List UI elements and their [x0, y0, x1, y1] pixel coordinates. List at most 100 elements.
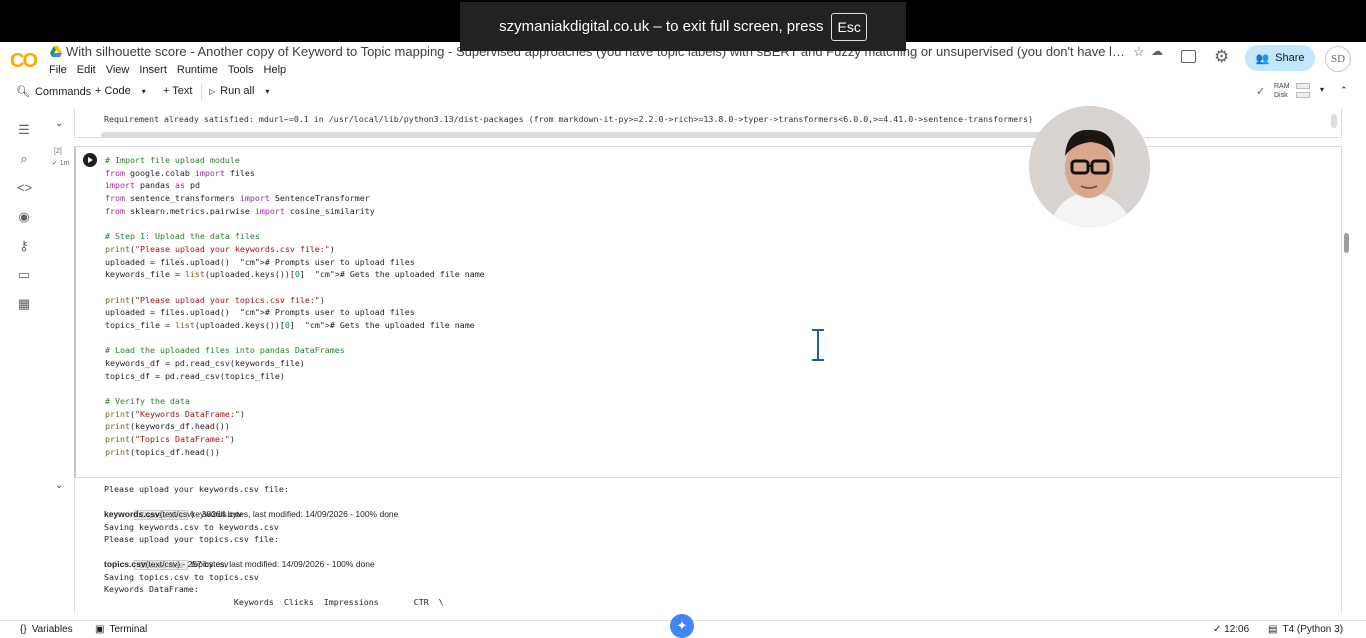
code-line: # Step 1: Upload the data files: [105, 231, 260, 242]
variables-label: Variables: [31, 624, 73, 635]
execution-count: [2]: [54, 148, 62, 155]
chevron-down-icon[interactable]: ▾: [1320, 85, 1324, 94]
output-text: Please upload your keywords.csv file: Ch…: [104, 483, 444, 608]
terminal-icon: ▣: [95, 624, 105, 635]
table-icon[interactable]: ▦: [17, 297, 31, 311]
menu-tools[interactable]: Tools: [228, 64, 254, 76]
ram-label: RAM: [1274, 83, 1290, 90]
upload-widget: Choose files topics.csv: [104, 546, 444, 570]
secrets-key-icon[interactable]: ⚷: [17, 239, 31, 253]
menu-help[interactable]: Help: [264, 64, 287, 76]
add-text-button[interactable]: + Text: [163, 85, 192, 97]
search-icon: 🔍︎: [16, 86, 30, 98]
code-line: print("Please upload your topics.csv fil…: [105, 294, 325, 305]
gear-icon[interactable]: ⚙: [1214, 47, 1229, 67]
output-cell-top: Requirement already satisfied: mdurl~=0.…: [74, 108, 1342, 138]
avatar[interactable]: SD: [1325, 46, 1351, 72]
collapse-output-icon[interactable]: ⌄: [55, 118, 63, 129]
execution-time: ✓ 1m: [52, 160, 70, 167]
upload-info: keywords.csv(text/csv) - 38264 bytes, la…: [104, 508, 444, 521]
code-line: print("Topics DataFrame:"): [105, 434, 235, 445]
variables-button[interactable]: {} Variables: [20, 624, 73, 635]
last-run-time[interactable]: ✓ 12:06: [1213, 624, 1249, 635]
output-line: Please upload your topics.csv file:: [104, 534, 279, 544]
gemini-button[interactable]: ✦: [670, 614, 694, 638]
text-cursor-icon: [812, 329, 824, 361]
find-replace-icon[interactable]: ⌕: [17, 152, 31, 166]
play-icon: ▷: [209, 86, 216, 96]
output-line: Saving keywords.csv to keywords.csv: [104, 521, 279, 532]
toc-icon[interactable]: ☰: [17, 123, 31, 137]
toolbar: 🔍︎ Commands + Code ▾ + Text ▷ Run all ▾ …: [0, 80, 1366, 104]
code-line: keywords_file = list(uploaded.keys())[0]…: [105, 269, 485, 280]
code-line: # Load the uploaded files into pandas Da…: [105, 345, 345, 356]
pip-output-line: Requirement already satisfied: mdurl~=0.…: [104, 114, 1034, 124]
horizontal-scrollbar[interactable]: [101, 132, 1111, 138]
chevron-down-icon[interactable]: ▾: [142, 87, 146, 96]
run-cell-button[interactable]: [83, 153, 97, 167]
dataframe-header: Keywords Clicks Impressions CTR \: [104, 596, 444, 607]
colab-logo[interactable]: CO: [10, 50, 38, 73]
webcam-overlay: [1029, 106, 1150, 227]
code-line: # Verify the data: [105, 396, 190, 407]
runtime-status[interactable]: ▤ T4 (Python 3): [1268, 624, 1343, 635]
resource-monitor[interactable]: RAM Disk: [1274, 82, 1310, 100]
add-code-button[interactable]: + Code ▾: [95, 85, 146, 97]
file-info: (text/csv) - 257 bytes, last modified: 1…: [145, 559, 375, 569]
collapse-up-icon[interactable]: ⌃: [1340, 85, 1348, 96]
folder-icon[interactable]: ▭: [17, 268, 31, 282]
cloud-saved-icon[interactable]: ☁: [1151, 44, 1163, 58]
menu-file[interactable]: File: [49, 64, 67, 76]
code-line: uploaded = files.upload() "cm"># Prompts…: [105, 256, 415, 267]
disk-bar: [1296, 92, 1310, 98]
run-all-label: Run all: [220, 85, 255, 97]
code-line: topics_df = pd.read_csv(topics_file): [105, 370, 285, 381]
presenter-image: [1029, 106, 1150, 227]
share-button[interactable]: 👥 Share: [1245, 45, 1315, 71]
terminal-label: Terminal: [109, 624, 148, 635]
menu-view[interactable]: View: [106, 64, 130, 76]
code-line: from sklearn.metrics.pairwise import cos…: [105, 205, 375, 216]
variables-icon[interactable]: ◉: [17, 210, 31, 224]
output-line: Keywords DataFrame:: [104, 584, 199, 594]
menu-runtime[interactable]: Runtime: [177, 64, 218, 76]
left-sidebar: ☰ ⌕ <> ◉ ⚷ ▭ ▦: [0, 108, 48, 618]
output-line: Please upload your keywords.csv file:: [104, 484, 289, 494]
drive-icon: [50, 46, 62, 57]
code-line: print(topics_df.head()): [105, 446, 220, 457]
output-line: Saving topics.csv to topics.csv: [104, 571, 259, 582]
upload-info: topics.csv(text/csv) - 257 bytes, last m…: [104, 558, 444, 571]
code-line: topics_file = list(uploaded.keys())[0] "…: [105, 319, 475, 330]
run-all-button[interactable]: ▷ Run all ▾: [209, 85, 269, 97]
chevron-down-icon[interactable]: ▾: [265, 87, 269, 96]
toolbar-divider: [201, 84, 202, 100]
file-name-bold: keywords.csv: [104, 509, 160, 519]
code-editor[interactable]: # Import file upload module from google.c…: [105, 154, 485, 459]
code-snippets-icon[interactable]: <>: [17, 181, 32, 195]
ram-bar: [1296, 83, 1310, 89]
code-cell[interactable]: # Import file upload module from google.c…: [74, 146, 1342, 478]
fullscreen-banner-text: szymaniakdigital.co.uk – to exit full sc…: [499, 18, 824, 35]
page-scrollbar-thumb[interactable]: [1344, 233, 1349, 253]
comment-icon[interactable]: [1181, 50, 1196, 63]
people-icon: 👥: [1255, 52, 1270, 65]
commands-button[interactable]: 🔍︎ Commands: [16, 85, 91, 99]
menu-bar: File Edit View Insert Runtime Tools Help: [49, 64, 286, 76]
terminal-button[interactable]: ▣ Terminal: [95, 624, 147, 635]
code-line: keywords_df = pd.read_csv(keywords_file): [105, 358, 305, 368]
upload-widget: Choose files keywords.csv: [104, 496, 444, 520]
code-line: import pandas as pd: [105, 180, 200, 191]
cell-output: Please upload your keywords.csv file: Ch…: [74, 478, 1342, 614]
vertical-scrollbar[interactable]: [1331, 114, 1337, 128]
runtime-label: T4 (Python 3): [1282, 624, 1344, 635]
menu-edit[interactable]: Edit: [77, 64, 96, 76]
runtime-icon: ▤: [1268, 624, 1278, 635]
code-line: from google.colab import files: [105, 167, 255, 178]
code-line: uploaded = files.upload() "cm"># Prompts…: [105, 307, 415, 318]
menu-insert[interactable]: Insert: [139, 64, 167, 76]
collapse-output-icon[interactable]: ⌄: [55, 480, 63, 491]
share-label: Share: [1275, 52, 1305, 64]
star-icon[interactable]: ☆: [1133, 44, 1145, 60]
